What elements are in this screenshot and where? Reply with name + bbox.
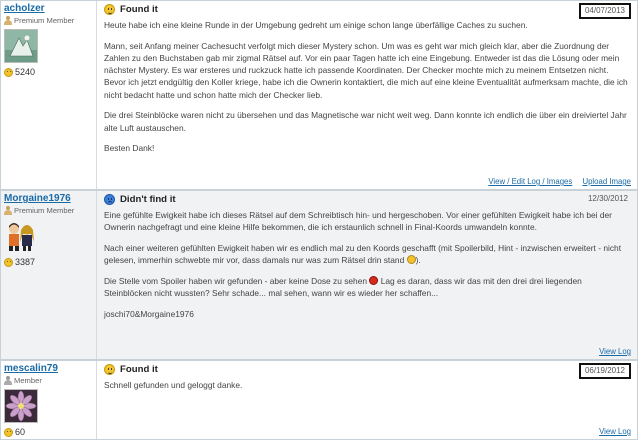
log-paragraph: Schnell gefunden und geloggt danke.: [104, 380, 243, 390]
cache-log-list: acholzer Premium Member 5240 Found it 04…: [0, 0, 640, 440]
member-icon: [4, 206, 12, 215]
find-count: 5240: [4, 67, 96, 77]
log-type: Didn't find it: [104, 194, 176, 205]
log-content: Found it 04/07/2013 Heute habe ich eine …: [104, 1, 631, 189]
sad-red-smiley-icon: [369, 276, 379, 285]
log-text: Schnell gefunden und geloggt danke.: [104, 379, 629, 400]
member-rank: Premium Member: [4, 15, 96, 26]
log-paragraph: Die Stelle vom Spoiler haben wir gefunde…: [104, 276, 582, 299]
member-rank-label: Premium Member: [14, 16, 75, 25]
wink-smiley-icon: [406, 255, 416, 265]
log-entry: mescalin79 Member 60 Found it 06/19/2012…: [0, 360, 638, 440]
log-type: Found it: [104, 4, 158, 15]
found-it-smiley-icon: [104, 364, 115, 375]
member-rank-label: Premium Member: [14, 206, 75, 215]
log-type-label: Found it: [120, 4, 158, 15]
log-content: Found it 06/19/2012 Schnell gefunden und…: [104, 361, 631, 439]
find-count-value: 5240: [15, 67, 36, 77]
smiley-icon: [4, 67, 13, 77]
log-author-panel: acholzer Premium Member 5240: [1, 1, 97, 189]
log-paragraph: Nach einer weiteren gefühlten Ewigkeit h…: [104, 243, 622, 266]
avatar[interactable]: [4, 389, 38, 423]
log-paragraph: Mann, seit Anfang meiner Cachesucht verf…: [104, 40, 628, 100]
smiley-icon: [4, 257, 13, 267]
log-entry: acholzer Premium Member 5240 Found it 04…: [0, 0, 638, 190]
didnt-find-it-sad-icon: [104, 194, 115, 205]
find-count-value: 60: [15, 427, 26, 437]
log-author-panel: Morgaine1976 Premium Member 3387: [1, 191, 97, 359]
log-author-panel: mescalin79 Member 60: [1, 361, 97, 439]
log-actions: View / Edit Log / Images Upload Image: [480, 177, 631, 186]
log-date: 06/19/2012: [578, 363, 631, 379]
log-date: 04/07/2013: [578, 3, 631, 19]
find-count: 3387: [4, 257, 96, 267]
find-count: 60: [4, 427, 96, 437]
view-log-link[interactable]: View Log: [599, 347, 631, 356]
log-signature: joschi70&Morgaine1976: [104, 309, 194, 319]
avatar[interactable]: [4, 219, 38, 253]
view-log-link[interactable]: View Log: [599, 427, 631, 436]
log-date: 12/30/2012: [587, 194, 628, 203]
view-edit-log-link[interactable]: View / Edit Log / Images: [488, 177, 572, 186]
log-text: Heute habe ich eine kleine Runde in der …: [104, 19, 629, 163]
log-actions: View Log: [591, 427, 631, 436]
member-rank: Member: [4, 375, 96, 386]
avatar[interactable]: [4, 29, 38, 63]
log-paragraph: Besten Dank!: [104, 143, 155, 154]
log-paragraph: Eine gefühlte Ewigkeit habe ich dieses R…: [104, 210, 612, 233]
username-link[interactable]: acholzer: [4, 3, 96, 15]
log-paragraph: Die drei Steinblöcke waren nicht zu über…: [104, 110, 627, 133]
log-text: Eine gefühlte Ewigkeit habe ich dieses R…: [104, 209, 629, 329]
upload-image-link[interactable]: Upload Image: [582, 177, 631, 186]
log-actions: View Log: [591, 347, 631, 356]
log-type-label: Didn't find it: [120, 194, 176, 205]
log-content: Didn't find it 12/30/2012 Eine gefühlte …: [104, 191, 631, 359]
smiley-icon: [4, 427, 13, 437]
find-count-value: 3387: [15, 257, 36, 267]
member-rank-label: Member: [14, 376, 42, 385]
found-it-smiley-icon: [104, 4, 115, 15]
log-type-label: Found it: [120, 364, 158, 375]
username-link[interactable]: Morgaine1976: [4, 193, 96, 205]
member-icon: [4, 376, 12, 385]
log-paragraph: Heute habe ich eine kleine Runde in der …: [104, 20, 528, 30]
member-rank: Premium Member: [4, 205, 96, 216]
log-entry: Morgaine1976 Premium Member 3387 Didn't …: [0, 190, 638, 360]
member-icon: [4, 16, 12, 25]
username-link[interactable]: mescalin79: [4, 363, 96, 375]
log-type: Found it: [104, 364, 158, 375]
